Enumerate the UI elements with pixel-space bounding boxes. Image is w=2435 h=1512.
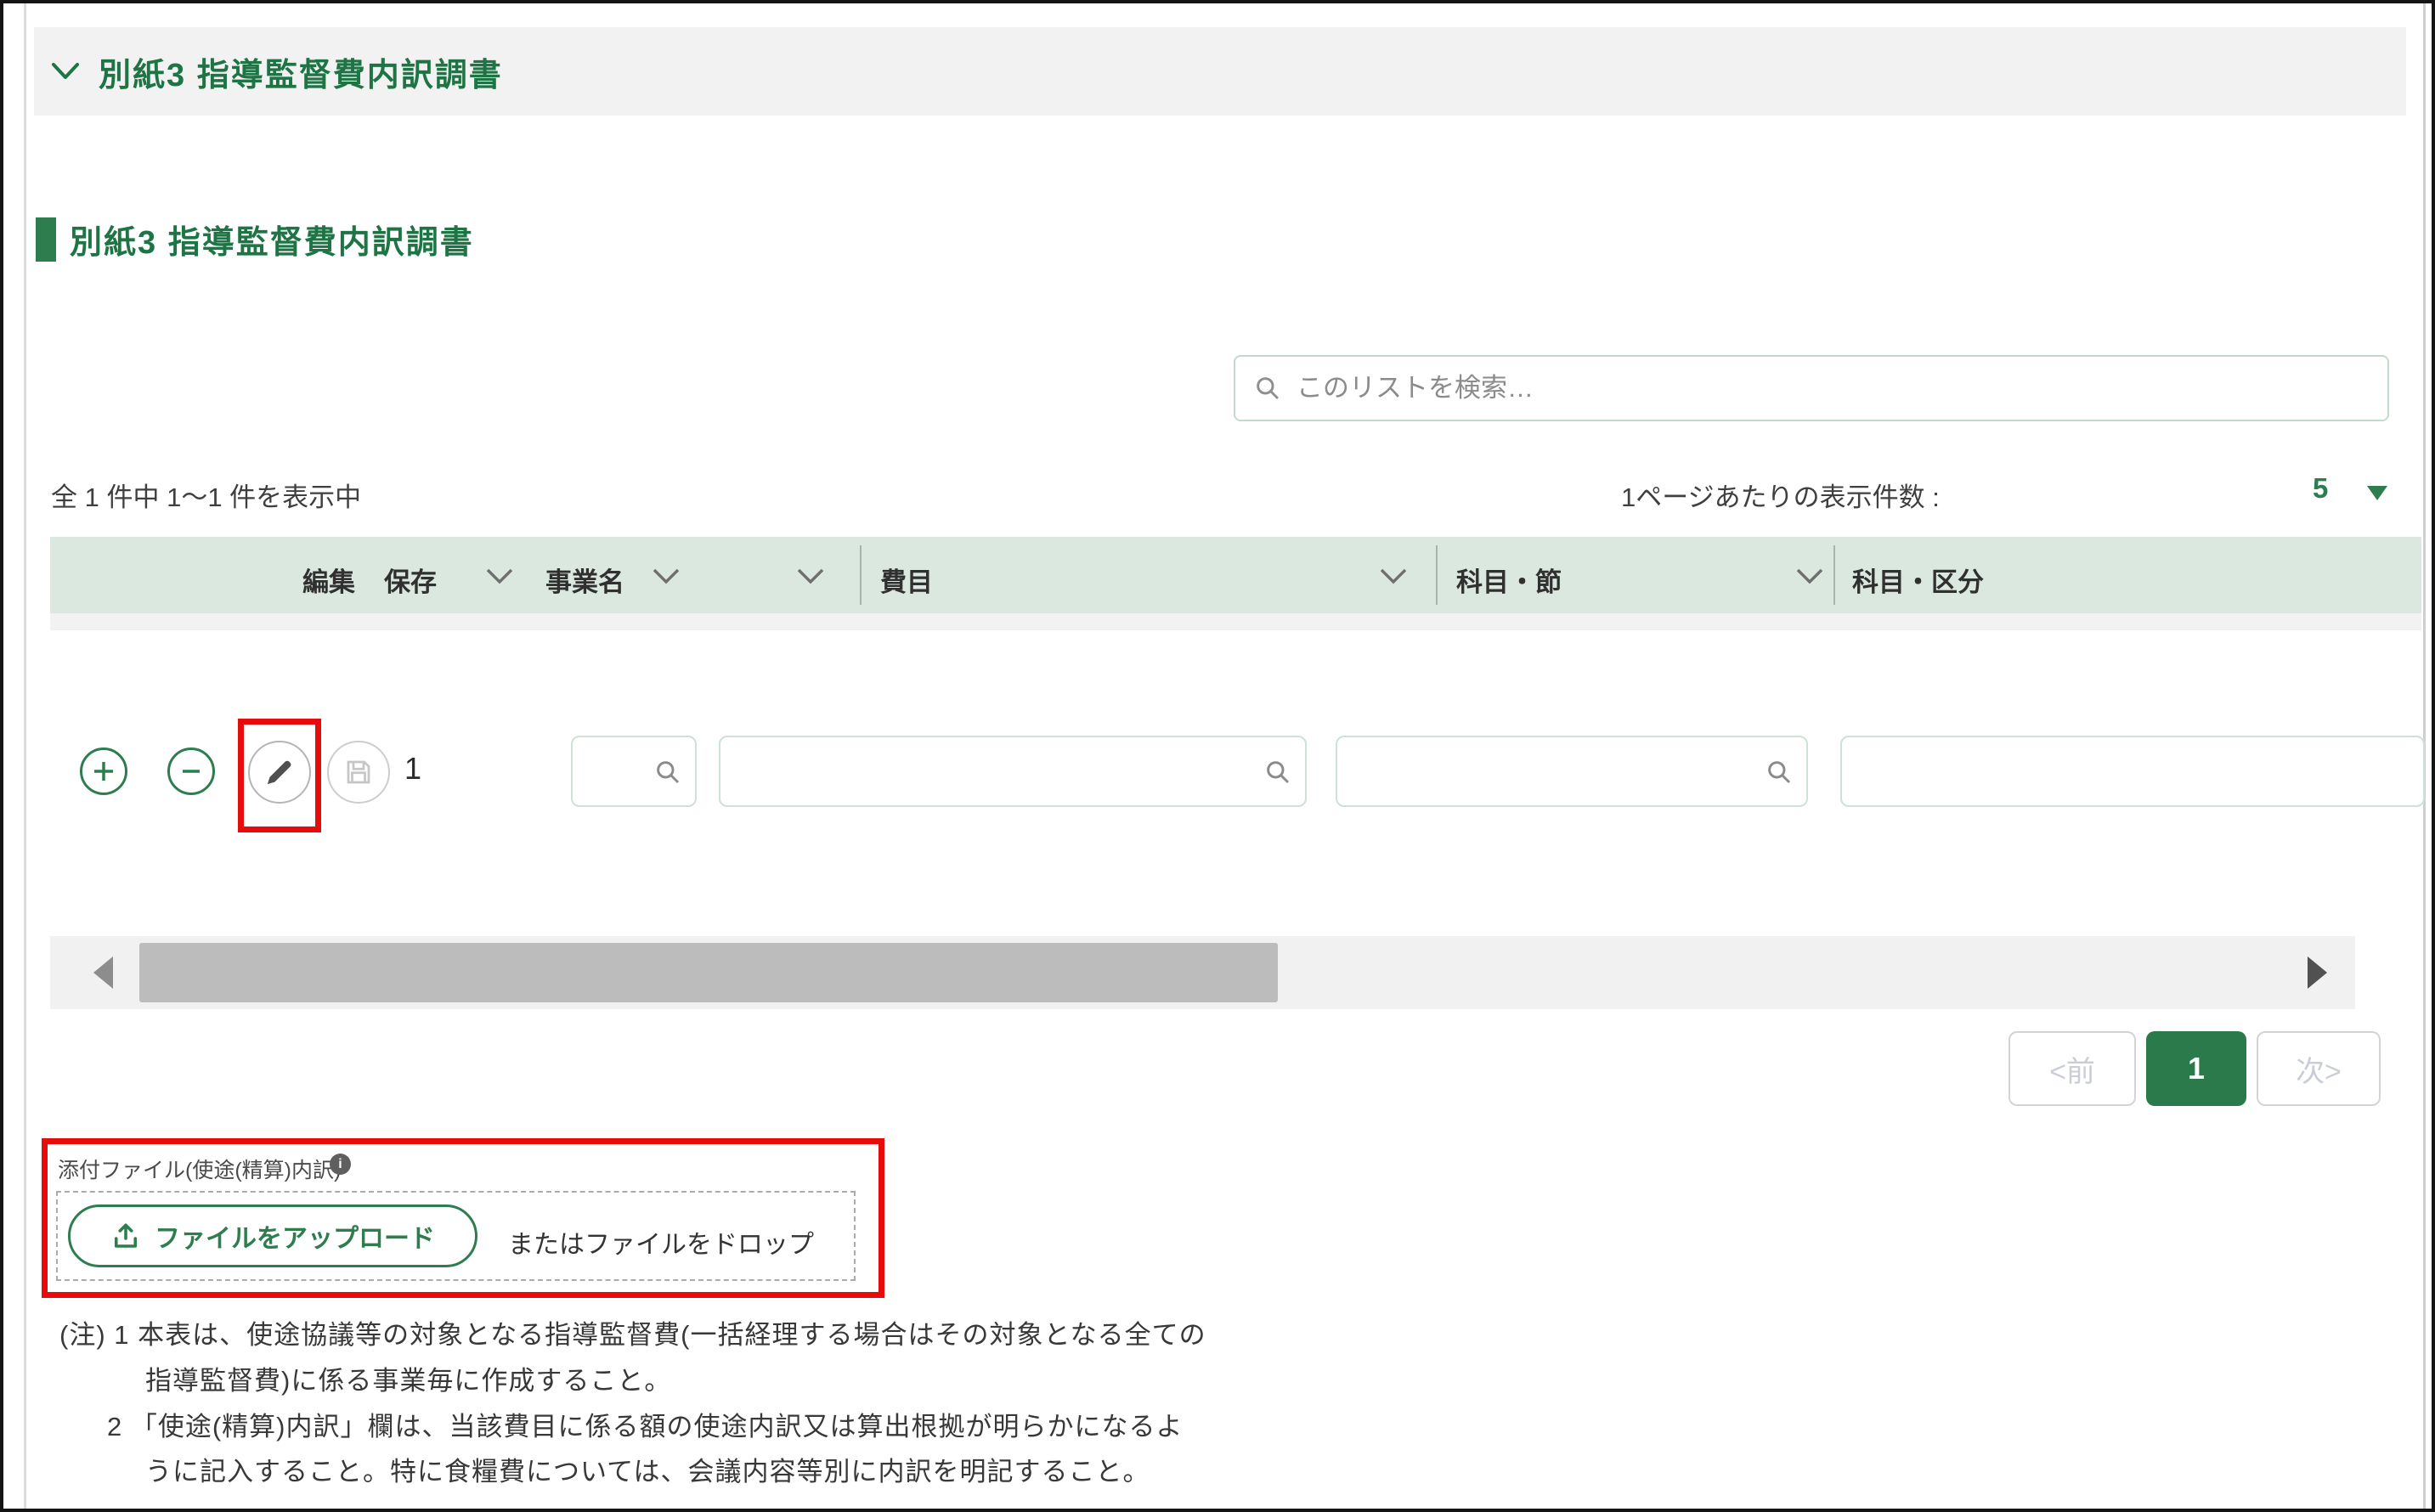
minus-icon — [178, 759, 204, 784]
pagination-current-page[interactable]: 1 — [2146, 1031, 2246, 1106]
column-header-business-name[interactable]: 事業名 — [545, 561, 624, 599]
subject-division-field — [1840, 736, 2425, 807]
expense-item-lookup-field — [719, 736, 1307, 807]
column-header-save[interactable]: 保存 — [384, 561, 437, 599]
expense-item-lookup-input[interactable] — [734, 742, 1257, 800]
scroll-left-icon[interactable] — [93, 956, 113, 989]
scrollbar-thumb[interactable] — [139, 943, 1278, 1002]
edit-row-button[interactable] — [248, 741, 311, 804]
per-page-label: 1ページあたりの表示件数 : — [1621, 476, 1940, 514]
pagination-next-button[interactable]: 次> — [2257, 1031, 2381, 1106]
plus-icon — [91, 759, 116, 784]
upload-icon — [110, 1221, 141, 1251]
column-header-expense-item[interactable]: 費目 — [880, 561, 933, 599]
drop-files-hint: またはファイルをドロップ — [508, 1223, 814, 1261]
column-divider — [860, 545, 862, 605]
attachment-label: 添付ファイル(使途(精算)内訳) — [58, 1154, 341, 1184]
column-menu-chevron-icon[interactable] — [651, 567, 681, 586]
column-menu-chevron-icon[interactable] — [484, 567, 515, 586]
lookup-search-icon[interactable] — [654, 759, 681, 790]
subject-section-lookup-input[interactable] — [1351, 742, 1759, 800]
column-header-subject-division[interactable]: 科目・区分 — [1852, 561, 1984, 599]
list-search — [1234, 355, 2389, 421]
column-header-edit[interactable]: 編集 — [302, 561, 355, 599]
row-number: 1 — [404, 751, 421, 787]
note-line-2: 指導監督費)に係る事業毎に作成すること。 — [145, 1359, 671, 1397]
business-name-lookup-field — [571, 736, 697, 807]
pagination-prev-button[interactable]: <前 — [2008, 1031, 2136, 1106]
column-menu-chevron-icon[interactable] — [1794, 567, 1825, 586]
column-menu-chevron-icon[interactable] — [1378, 567, 1409, 586]
per-page-value[interactable]: 5 — [2313, 472, 2328, 505]
note-line-1: (注) 1 本表は、使途協議等の対象となる指導監督費(一括経理する場合はその対象… — [59, 1313, 1206, 1351]
section-bullet — [36, 217, 56, 262]
info-icon[interactable]: i — [330, 1154, 351, 1175]
subject-division-input[interactable] — [1856, 742, 2376, 800]
app-screen: 別紙3 指導監督費内訳調書 別紙3 指導監督費内訳調書 全 1 件中 1〜1 件… — [0, 0, 2435, 1512]
column-divider — [1436, 545, 1438, 605]
collapse-section-title: 別紙3 指導監督費内訳調書 — [99, 48, 503, 95]
save-disk-icon — [343, 757, 374, 787]
column-header-subject-section[interactable]: 科目・節 — [1456, 561, 1562, 599]
lookup-search-icon[interactable] — [1264, 759, 1291, 790]
column-menu-chevron-icon[interactable] — [795, 567, 826, 586]
scroll-right-icon[interactable] — [2308, 956, 2327, 989]
per-page-dropdown-icon[interactable] — [2367, 486, 2387, 500]
pencil-icon — [263, 755, 297, 789]
upload-file-button[interactable]: ファイルをアップロード — [68, 1205, 477, 1267]
search-icon — [1254, 375, 1281, 402]
column-divider — [1833, 545, 1835, 605]
page-title: 別紙3 指導監督費内訳調書 — [70, 216, 474, 262]
table-header-underline — [50, 613, 2421, 630]
chevron-down-icon[interactable] — [51, 62, 80, 81]
search-input[interactable] — [1295, 372, 2387, 404]
section-heading: 別紙3 指導監督費内訳調書 — [36, 216, 474, 262]
record-count: 全 1 件中 1〜1 件を表示中 — [51, 476, 361, 514]
left-panel-edge — [24, 3, 26, 1509]
business-name-lookup-input[interactable] — [586, 742, 647, 800]
note-line-3: 2 「使途(精算)内訳」欄は、当該費目に係る額の使途内訳又は算出根拠が明らかにな… — [107, 1405, 1184, 1443]
lookup-search-icon[interactable] — [1766, 759, 1793, 790]
subject-section-lookup-field — [1336, 736, 1808, 807]
remove-row-button[interactable] — [167, 748, 215, 795]
note-line-4: うに記入すること。特に食糧費については、会議内容等別に内訳を明記すること。 — [145, 1450, 1150, 1488]
add-row-button[interactable] — [80, 748, 127, 795]
save-row-button[interactable] — [327, 741, 390, 804]
collapse-section-header[interactable]: 別紙3 指導監督費内訳調書 — [34, 27, 2406, 116]
upload-button-label: ファイルをアップロード — [155, 1217, 435, 1255]
